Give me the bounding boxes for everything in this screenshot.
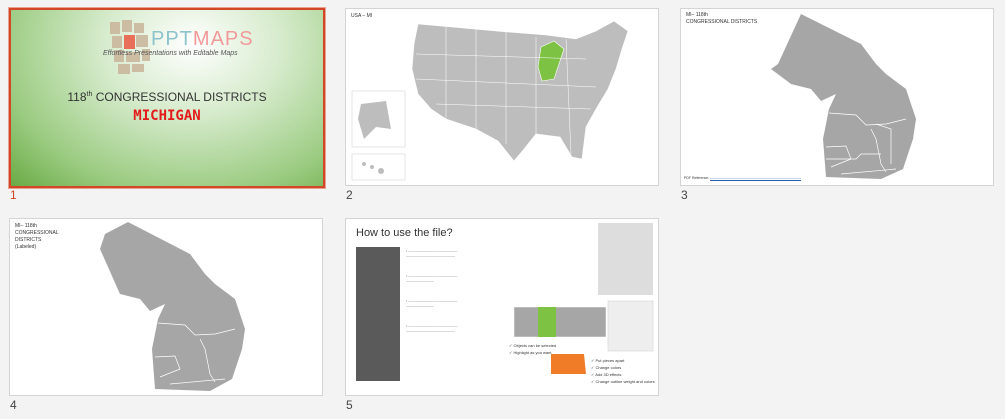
logo-tagline: Effortless Presentations with Editable M… — [103, 50, 238, 57]
usa-map — [351, 20, 629, 181]
pdf-reference: PDF Reference: —————————————————————————… — [684, 176, 802, 180]
slide-number: 4 — [10, 398, 17, 412]
logo-text: PPTMAPS — [151, 28, 254, 50]
slide-5-canvas[interactable]: How to use the file? • —————————————— ———… — [345, 218, 659, 396]
checklist-a: ✓ Objects can be selected ✓ Highlight as … — [509, 343, 557, 355]
slide-1-canvas[interactable]: PPTMAPS Effortless Presentations with Ed… — [9, 8, 325, 188]
slide-number: 5 — [346, 398, 353, 412]
slide-title: 118th CONGRESSIONAL DISTRICTS — [67, 90, 267, 104]
slide-subtitle: MICHIGAN — [133, 108, 201, 124]
michigan-district-map — [771, 14, 916, 179]
michigan-labeled-map — [100, 222, 245, 391]
slide-3-canvas[interactable]: MI– 118th CONGRESSIONAL DISTRICTS PDF Ref… — [680, 8, 994, 186]
slide-2-canvas[interactable]: USA – MI — [345, 8, 659, 186]
slide-number: 3 — [681, 188, 688, 202]
slide-number: 1 — [10, 188, 17, 202]
slide-4-canvas[interactable]: MI– 118th CONGRESSIONAL DISTRICTS (Labeled) — [9, 218, 323, 396]
checklist-b: ✓ Put pieces apart ✓ Change colors ✓ Add 3… — [591, 358, 655, 384]
slide-number: 2 — [346, 188, 353, 202]
